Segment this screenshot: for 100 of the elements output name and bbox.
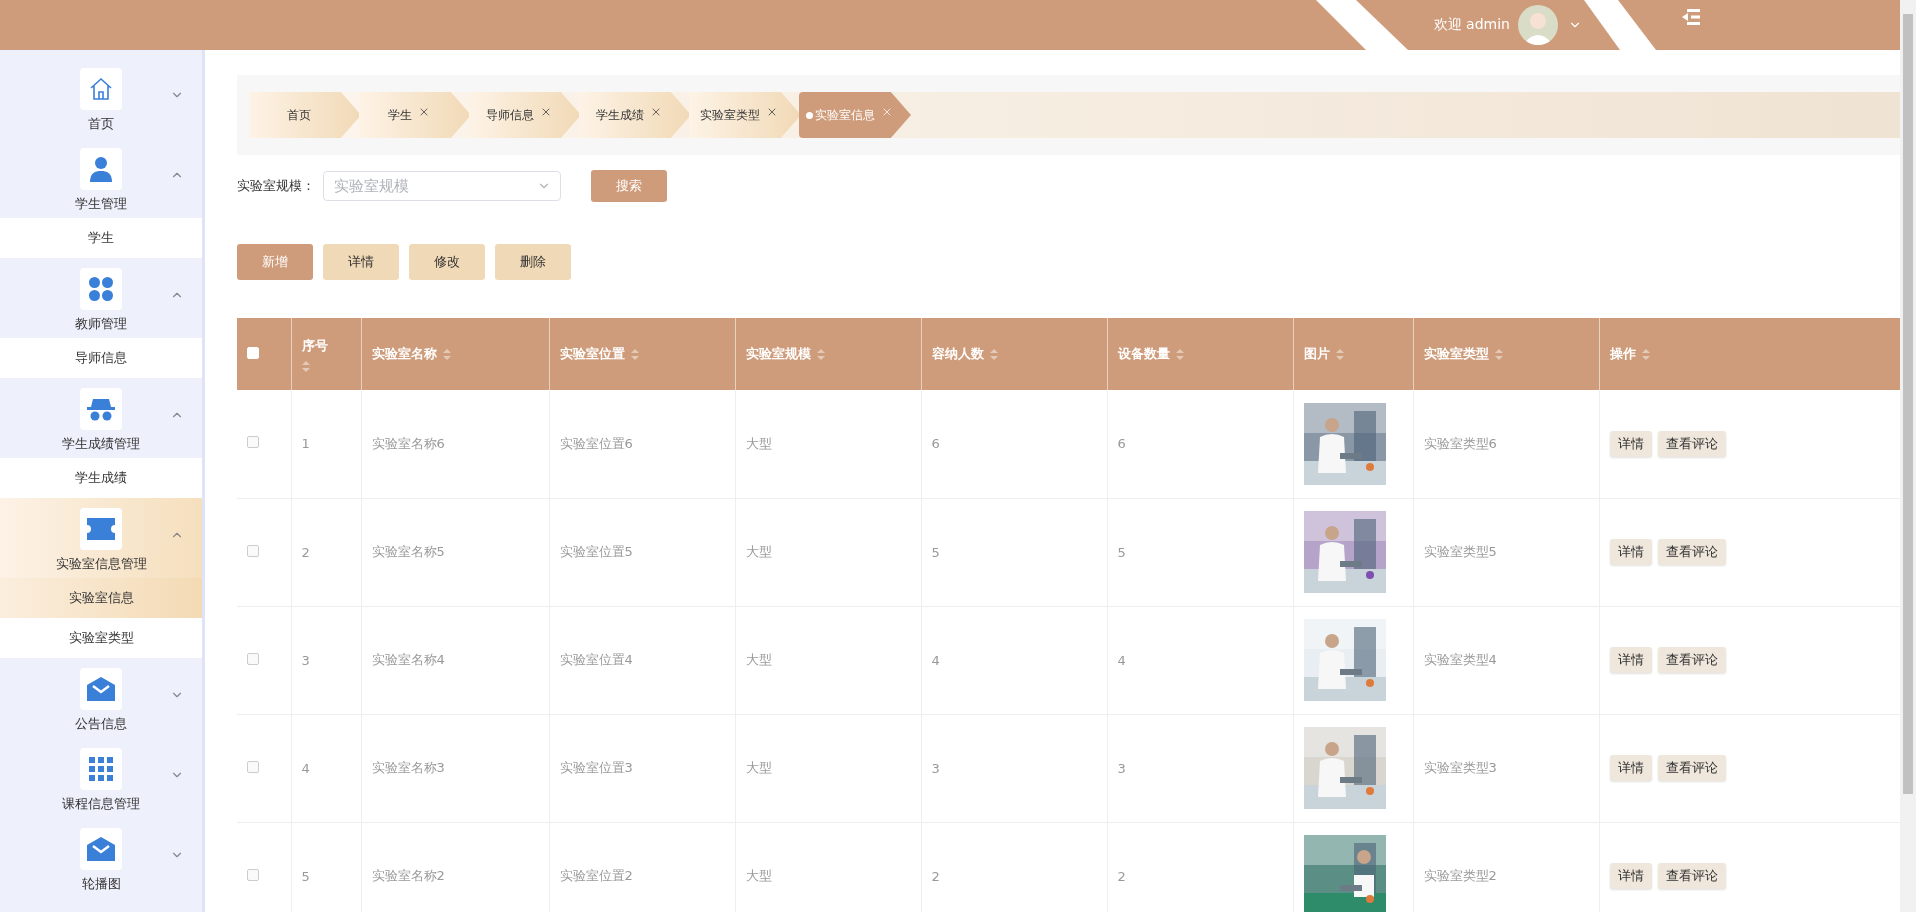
table-cell: 5 <box>931 544 940 560</box>
action-button[interactable]: 修改 <box>409 244 485 280</box>
row-action-button[interactable]: 查看评论 <box>1657 647 1726 673</box>
tab[interactable]: 学生 <box>359 92 471 138</box>
column-header: 实验室规模 <box>745 345 811 363</box>
mail-icon <box>87 677 115 701</box>
table-cell: 实验室位置2 <box>559 868 633 883</box>
tab[interactable]: 实验室类型 <box>689 92 801 138</box>
column-header: 序号 <box>301 336 328 355</box>
row-action-button[interactable]: 详情 <box>1609 647 1652 673</box>
tab[interactable]: 首页 <box>249 92 361 138</box>
row-action-button[interactable]: 详情 <box>1609 430 1652 457</box>
row-action-button[interactable]: 查看评论 <box>1657 755 1726 781</box>
row-action-button[interactable]: 详情 <box>1609 539 1652 565</box>
table-cell: 实验室名称3 <box>371 760 445 775</box>
avatar[interactable] <box>1518 5 1558 45</box>
table-cell: 大型 <box>745 760 772 775</box>
table-cell: 实验室位置6 <box>559 435 633 451</box>
table-cell: 实验室名称6 <box>371 435 445 451</box>
table-cell: 1 <box>301 436 310 452</box>
table-cell: 2 <box>1117 868 1126 884</box>
row-action-button[interactable]: 查看评论 <box>1657 539 1726 565</box>
column-header: 图片 <box>1303 345 1330 363</box>
field-label: 实验室规模： <box>237 177 315 195</box>
sort-icon[interactable] <box>301 360 310 372</box>
dots-icon <box>88 276 114 302</box>
sidebar-subitem[interactable]: 学生成绩 <box>0 458 202 498</box>
sort-icon[interactable] <box>816 348 825 360</box>
table-cell: 6 <box>931 436 940 452</box>
sidebar-item[interactable]: 实验室信息管理 <box>0 498 202 578</box>
checkbox[interactable] <box>247 544 259 557</box>
table-cell: 实验室类型3 <box>1423 760 1497 775</box>
table-cell: 2 <box>931 868 940 884</box>
stripe-drawing <box>1584 0 1656 50</box>
sidebar-label: 首页 <box>88 115 114 133</box>
sidebar-item[interactable]: 公告信息 <box>0 658 202 738</box>
sidebar-item[interactable]: 首页 <box>0 58 202 138</box>
table-cell: 实验室类型2 <box>1423 868 1497 883</box>
sidebar-label: 公告信息 <box>75 715 127 733</box>
sidebar-item[interactable]: 教师管理 <box>0 258 202 338</box>
scrollbar[interactable] <box>1900 0 1916 912</box>
sort-icon[interactable] <box>1335 348 1344 360</box>
checkbox[interactable] <box>247 760 259 773</box>
row-action-button[interactable]: 查看评论 <box>1657 430 1726 457</box>
sidebar-subitem[interactable]: 实验室信息 <box>0 578 202 618</box>
table-cell: 实验室位置4 <box>559 652 633 667</box>
sidebar-subitem[interactable]: 学生 <box>0 218 202 258</box>
row-action-button[interactable]: 详情 <box>1609 863 1652 889</box>
close-icon[interactable] <box>540 106 552 118</box>
dot-icon <box>805 111 813 119</box>
column-header: 容纳人数 <box>931 345 984 363</box>
tab[interactable]: 导师信息 <box>469 92 581 138</box>
menu-icon[interactable] <box>1682 9 1700 25</box>
sort-icon[interactable] <box>1494 348 1503 360</box>
scrollbar-thumb[interactable] <box>1903 14 1913 794</box>
table-cell: 3 <box>1117 760 1126 776</box>
table-cell: 4 <box>931 652 940 668</box>
hat-glasses-icon <box>87 397 115 421</box>
sort-icon[interactable] <box>442 348 451 360</box>
action-button[interactable]: 详情 <box>323 244 399 280</box>
sidebar-label: 学生成绩管理 <box>62 435 140 453</box>
tab[interactable]: 学生成绩 <box>579 92 691 138</box>
sidebar-item[interactable]: 课程信息管理 <box>0 738 202 818</box>
table-cell: 4 <box>1117 652 1126 668</box>
checkbox[interactable] <box>247 868 259 881</box>
close-icon[interactable] <box>650 106 662 118</box>
ticket-icon <box>87 518 115 540</box>
table-cell: 实验室类型6 <box>1423 435 1497 451</box>
sidebar-item[interactable]: 学生管理 <box>0 138 202 218</box>
action-button[interactable]: 删除 <box>495 244 571 280</box>
sidebar-label: 课程信息管理 <box>62 795 140 813</box>
sort-icon[interactable] <box>989 348 998 360</box>
table-cell: 实验室位置3 <box>559 760 633 775</box>
sort-icon[interactable] <box>1175 348 1184 360</box>
table-cell: 3 <box>301 652 310 668</box>
checkbox[interactable] <box>247 436 259 449</box>
row-action-button[interactable]: 详情 <box>1609 755 1652 781</box>
sidebar-item[interactable]: 学生成绩管理 <box>0 378 202 458</box>
welcome-text: 欢迎 admin <box>1433 16 1510 34</box>
sidebar-label: 实验室信息管理 <box>55 555 147 573</box>
table-cell: 实验室类型5 <box>1423 544 1497 559</box>
checkbox[interactable] <box>247 652 259 665</box>
sort-icon[interactable] <box>630 348 639 360</box>
table-cell: 实验室名称2 <box>371 868 445 883</box>
column-header: 实验室位置 <box>559 345 625 363</box>
table-cell: 大型 <box>745 652 772 667</box>
sort-icon[interactable] <box>1641 348 1650 360</box>
table-cell: 实验室类型4 <box>1423 652 1497 667</box>
column-header: 设备数量 <box>1117 345 1170 363</box>
sidebar-item[interactable]: 轮播图 <box>0 818 202 898</box>
close-icon[interactable] <box>418 106 430 118</box>
sidebar-subitem[interactable]: 导师信息 <box>0 338 202 378</box>
sidebar-subitem[interactable]: 实验室类型 <box>0 618 202 658</box>
row-action-button[interactable]: 查看评论 <box>1657 863 1726 889</box>
mail-icon <box>87 837 115 861</box>
scale-select[interactable]: 实验室规模 <box>323 171 561 201</box>
close-icon[interactable] <box>766 106 778 118</box>
sidebar-label: 轮播图 <box>81 875 121 893</box>
table-cell: 5 <box>301 868 310 884</box>
sidebar-label: 教师管理 <box>75 315 127 333</box>
